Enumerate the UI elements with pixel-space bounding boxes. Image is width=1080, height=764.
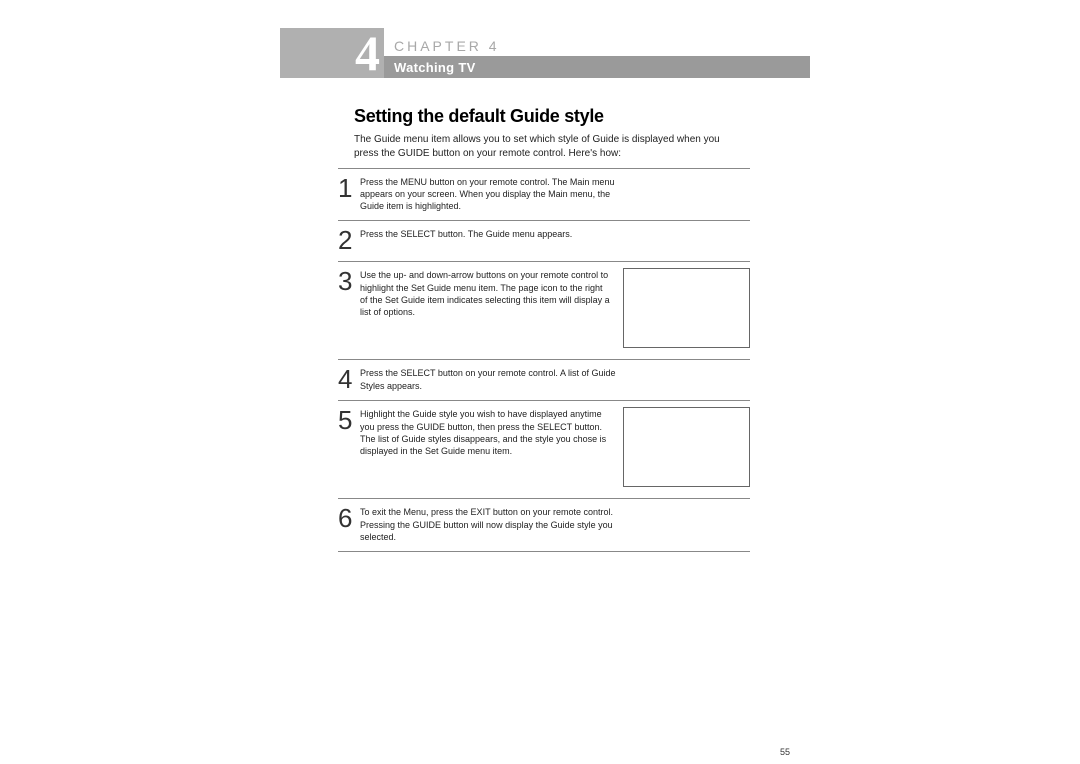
chapter-number-box: 4: [280, 28, 384, 78]
step-text: Use the up- and down-arrow buttons on yo…: [360, 266, 610, 351]
page-number: 55: [780, 747, 790, 757]
step-row: 2Press the SELECT button. The Guide menu…: [338, 220, 750, 261]
step-number: 3: [338, 266, 360, 351]
step-row: 6To exit the Menu, press the EXIT button…: [338, 498, 750, 551]
document-page: 4 CHAPTER 4 Watching TV Setting the defa…: [280, 28, 810, 552]
step-text: Press the SELECT button on your remote c…: [360, 364, 620, 392]
screenshot-placeholder: [623, 407, 750, 487]
section-title: Setting the default Guide style: [354, 106, 810, 127]
chapter-label: CHAPTER 4: [384, 38, 810, 57]
step-text: Press the MENU button on your remote con…: [360, 173, 620, 212]
step-number: 6: [338, 503, 360, 542]
step-number: 2: [338, 225, 360, 253]
step-row: 5Highlight the Guide style you wish to h…: [338, 400, 750, 498]
chapter-title-stack: CHAPTER 4 Watching TV: [384, 28, 810, 78]
step-number: 5: [338, 405, 360, 490]
step-row: 1Press the MENU button on your remote co…: [338, 168, 750, 220]
step-row: 3Use the up- and down-arrow buttons on y…: [338, 261, 750, 359]
section-intro: The Guide menu item allows you to set wh…: [354, 133, 724, 160]
step-number: 4: [338, 364, 360, 392]
step-text: Press the SELECT button. The Guide menu …: [360, 225, 620, 253]
step-row: 4Press the SELECT button on your remote …: [338, 359, 750, 400]
step-number: 1: [338, 173, 360, 212]
step-text: To exit the Menu, press the EXIT button …: [360, 503, 620, 542]
chapter-header: 4 CHAPTER 4 Watching TV: [280, 28, 810, 78]
step-text: Highlight the Guide style you wish to ha…: [360, 405, 610, 490]
steps-list: 1Press the MENU button on your remote co…: [338, 168, 750, 552]
chapter-subtitle: Watching TV: [384, 57, 810, 78]
screenshot-placeholder: [623, 268, 750, 348]
chapter-number: 4: [355, 24, 378, 82]
